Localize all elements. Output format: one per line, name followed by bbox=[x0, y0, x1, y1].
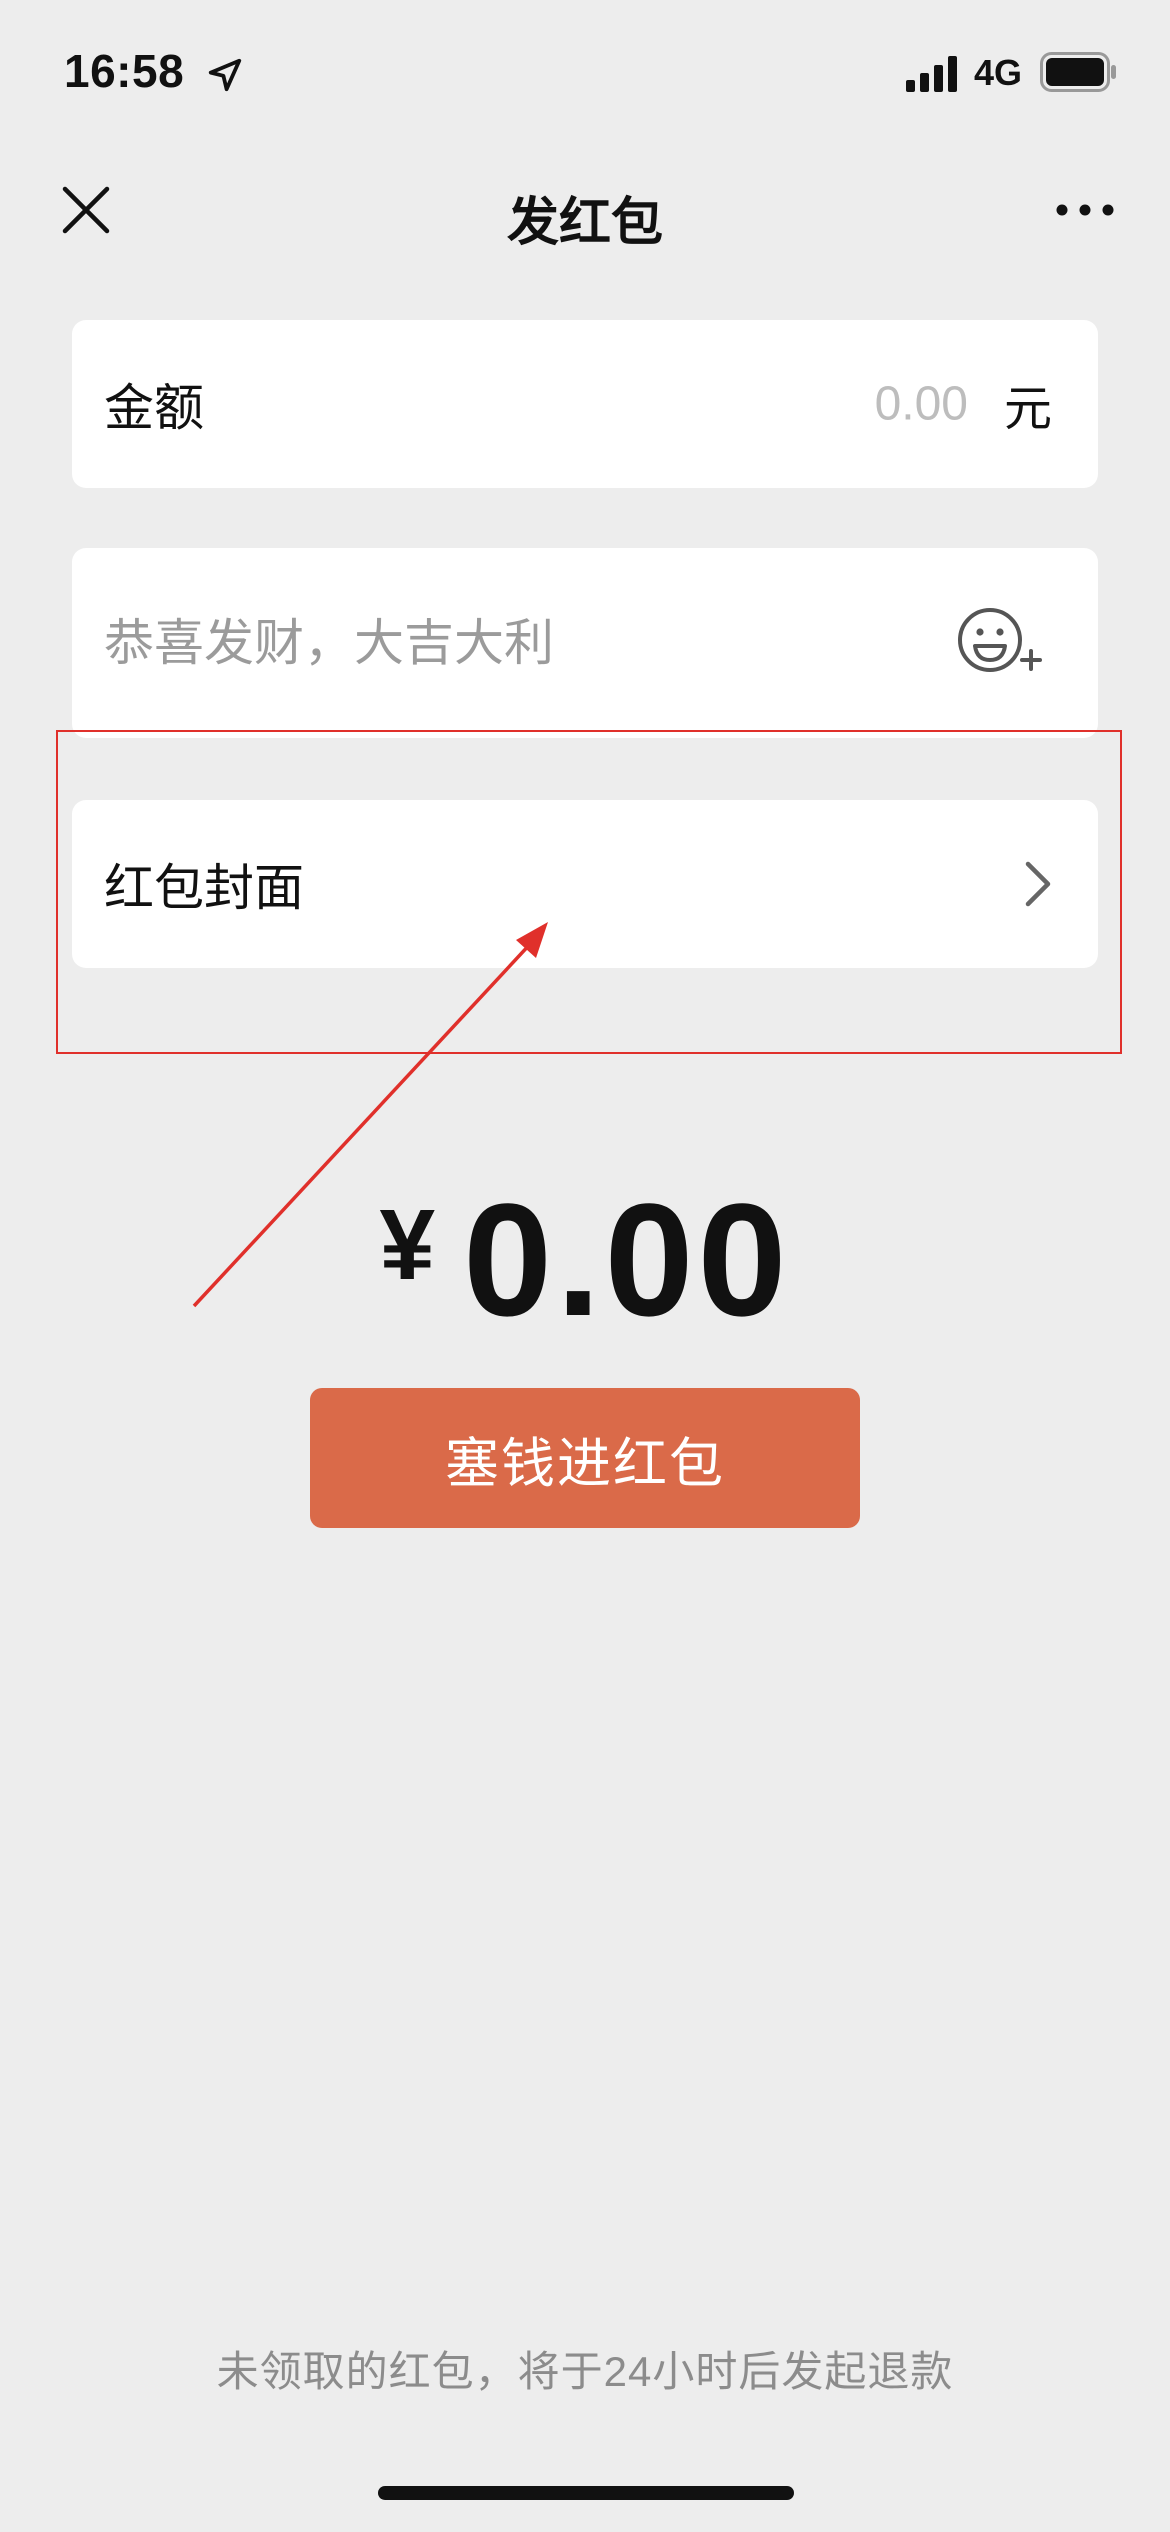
total-value: 0.00 bbox=[463, 1170, 791, 1349]
location-arrow-icon bbox=[208, 58, 242, 92]
nav-bar: 发红包 bbox=[0, 150, 1170, 265]
amount-label: 金额 bbox=[104, 380, 204, 436]
emoji-add-icon[interactable] bbox=[950, 598, 1046, 688]
refund-notice: 未领取的红包，将于24小时后发起退款 bbox=[216, 2348, 954, 2395]
greeting-input[interactable] bbox=[104, 614, 924, 672]
more-icon bbox=[1056, 204, 1114, 216]
amount-row[interactable]: 金额 元 bbox=[72, 320, 1098, 488]
total-amount: ¥0.00 bbox=[0, 1168, 1170, 1352]
amount-input[interactable] bbox=[668, 376, 968, 432]
page-title: 发红包 bbox=[506, 194, 663, 252]
amount-unit: 元 bbox=[1003, 383, 1052, 436]
network-label: 4G bbox=[974, 52, 1023, 93]
status-bar: 16:58 4G bbox=[0, 0, 1170, 150]
home-indicator bbox=[378, 2486, 794, 2500]
status-time: 16:58 bbox=[64, 45, 185, 97]
more-button[interactable] bbox=[1040, 170, 1130, 250]
currency-symbol: ¥ bbox=[379, 1189, 436, 1301]
signal-icon bbox=[906, 56, 957, 92]
put-money-button[interactable]: 塞钱进红包 bbox=[310, 1388, 860, 1528]
battery-icon bbox=[1040, 52, 1116, 92]
annotation-highlight-box bbox=[56, 730, 1122, 1054]
send-red-packet-screen: 16:58 4G 发红包 金额 0.00 元 恭喜发财，大吉大利 红包封面 ¥ … bbox=[0, 0, 1170, 2532]
greeting-row[interactable] bbox=[72, 548, 1098, 738]
